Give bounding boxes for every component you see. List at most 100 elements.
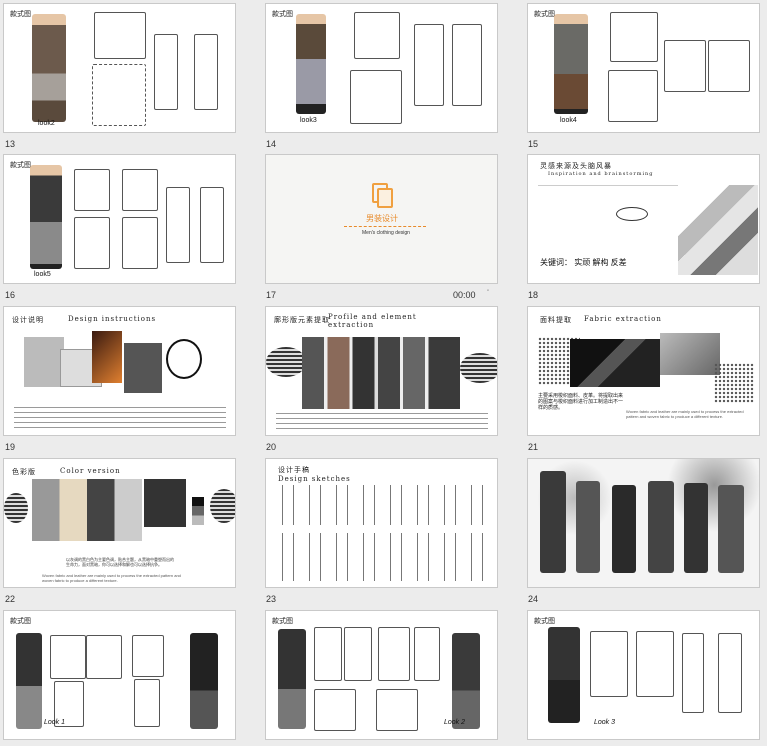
slide-number: 19 bbox=[5, 442, 16, 452]
slide-label: 款式图 bbox=[534, 11, 555, 18]
slide-thumbnail[interactable]: 设计手稿 Design sketches bbox=[265, 458, 498, 588]
slide-number: 16 bbox=[5, 290, 16, 300]
cursor-icon: ◦ bbox=[487, 288, 490, 294]
sketch bbox=[590, 631, 628, 697]
section-icon bbox=[377, 188, 393, 208]
body-text: 主要采用梭织面料、皮革。将提取出来的图案与梭织面料进行加工制造出不一样的质感。 bbox=[538, 393, 624, 411]
pattern-sample bbox=[210, 489, 235, 523]
slide-thumbnail[interactable]: 男装设计 Men's clothing design bbox=[265, 154, 498, 284]
slide-heading-en: Profile and element extraction bbox=[328, 313, 417, 329]
sketch bbox=[86, 635, 122, 679]
pattern-sample bbox=[460, 353, 497, 383]
slide-heading-en: Design instructions bbox=[68, 315, 157, 323]
slide-thumbnail[interactable]: 面料提取 Fabric extraction 主要采用梭织面料、皮革。将提取出来… bbox=[527, 306, 760, 436]
illustration-figure bbox=[718, 485, 744, 573]
sketch bbox=[664, 40, 706, 92]
sketch bbox=[194, 34, 218, 110]
slide-thumbnail[interactable]: 廓形版元素提取 Profile and element extraction bbox=[265, 306, 498, 436]
look-caption: Look 1 bbox=[44, 719, 66, 726]
slide-number: 13 bbox=[5, 139, 16, 149]
color-palette bbox=[192, 497, 204, 525]
slide-label: 款式图 bbox=[534, 618, 555, 625]
mindmap-center bbox=[616, 207, 648, 221]
sketch bbox=[122, 217, 158, 269]
model-figure bbox=[190, 633, 218, 729]
look-caption: look4 bbox=[560, 117, 577, 124]
slide-heading: 设计说明 bbox=[12, 316, 44, 324]
body-text bbox=[276, 413, 488, 431]
divider bbox=[344, 226, 426, 227]
sketch-grid bbox=[274, 485, 492, 525]
fabric-sample bbox=[660, 333, 720, 375]
slide-number: 23 bbox=[266, 594, 277, 604]
model-figure bbox=[16, 633, 42, 729]
slide-thumbnail[interactable]: 款式图 look5 bbox=[3, 154, 236, 284]
illustration-figure bbox=[540, 471, 566, 573]
sketch bbox=[610, 12, 658, 62]
sketch bbox=[134, 679, 160, 727]
sketch bbox=[50, 635, 86, 679]
sketch bbox=[122, 169, 158, 211]
slide-number: 17 bbox=[266, 290, 277, 300]
slide-heading-en: Inspiration and brainstorming bbox=[548, 171, 654, 177]
model-figure bbox=[296, 14, 326, 114]
slide-thumbnail[interactable]: 款式图 Look 1 bbox=[3, 610, 236, 740]
section-subtitle: Men's clothing design bbox=[362, 230, 410, 236]
keywords: 关键词： 实顽 解构 反差 bbox=[540, 258, 627, 267]
illustration-figure bbox=[612, 485, 636, 573]
slide-heading: 面料提取 bbox=[540, 316, 572, 324]
slide-label: 款式图 bbox=[272, 618, 293, 625]
slide-number: 20 bbox=[266, 442, 277, 452]
slide-thumbnail[interactable]: 灵感来源及头脑风暴 Inspiration and brainstorming … bbox=[527, 154, 760, 284]
body-text-en: Woven fabric and leather are mainly used… bbox=[42, 573, 181, 583]
slide-number: 21 bbox=[528, 442, 539, 452]
slide-heading: 色彩版 bbox=[12, 468, 36, 476]
slide-thumbnail[interactable]: 款式图 look4 bbox=[527, 3, 760, 133]
sketch bbox=[314, 689, 356, 731]
sketch bbox=[708, 40, 750, 92]
model-figure bbox=[452, 633, 480, 729]
model-figure bbox=[30, 165, 62, 269]
sketch bbox=[636, 631, 674, 697]
pattern-sample bbox=[266, 347, 306, 377]
slide-number: 22 bbox=[5, 594, 16, 604]
slide-thumbnail[interactable]: 款式图 Look 3 bbox=[527, 610, 760, 740]
slide-number: 24 bbox=[528, 594, 539, 604]
slide-heading: 设计手稿 bbox=[278, 466, 310, 474]
sketch bbox=[154, 34, 178, 110]
inspiration-photo bbox=[92, 331, 122, 383]
slide-label: 款式图 bbox=[10, 11, 31, 18]
sketch bbox=[350, 70, 402, 124]
slide-thumbnail[interactable]: 款式图 look2 bbox=[3, 3, 236, 133]
slide-label: 款式图 bbox=[272, 11, 293, 18]
model-figure bbox=[554, 14, 588, 114]
slide-label: 款式图 bbox=[10, 618, 31, 625]
look-caption: look2 bbox=[38, 120, 55, 127]
slide-heading-en: Fabric extraction bbox=[584, 315, 662, 323]
slide-number: 18 bbox=[528, 290, 539, 300]
slide-heading: 廓形版元素提取 bbox=[274, 316, 330, 324]
sketch bbox=[92, 64, 146, 126]
sketch bbox=[74, 217, 110, 269]
sketch bbox=[452, 24, 482, 106]
illustration-figure bbox=[684, 483, 708, 573]
inspiration-photo bbox=[166, 339, 202, 379]
slide-thumbnail[interactable]: 色彩版 Color version 以灰调的黑白色为主要色调，贴合主题，从黑暗中… bbox=[3, 458, 236, 588]
sketch bbox=[74, 169, 110, 211]
slide-thumbnail[interactable]: 款式图 look3 bbox=[265, 3, 498, 133]
sketch bbox=[682, 633, 704, 713]
slide-heading-en: Design sketches bbox=[278, 475, 351, 483]
slide-thumbnail[interactable]: 设计说明 Design instructions bbox=[3, 306, 236, 436]
look-caption: Look 2 bbox=[444, 719, 466, 726]
model-figure bbox=[548, 627, 580, 723]
slide-thumbnail[interactable] bbox=[527, 458, 760, 588]
model-figure bbox=[32, 14, 66, 122]
media-timer: 00:00 bbox=[453, 290, 476, 300]
body-text-en: Woven fabric and leather are mainly used… bbox=[626, 409, 744, 419]
slide-thumbnail[interactable]: 款式图 Look 2 bbox=[265, 610, 498, 740]
section-title: 男装设计 bbox=[366, 214, 398, 223]
sketch-grid bbox=[274, 533, 492, 581]
sketch bbox=[414, 24, 444, 106]
fabric-sample bbox=[714, 363, 754, 403]
body-text: 以灰调的黑白色为主要色调，贴合主题，从黑暗中重塑而出的生命力，面对黑暗，你可以选… bbox=[66, 557, 174, 567]
